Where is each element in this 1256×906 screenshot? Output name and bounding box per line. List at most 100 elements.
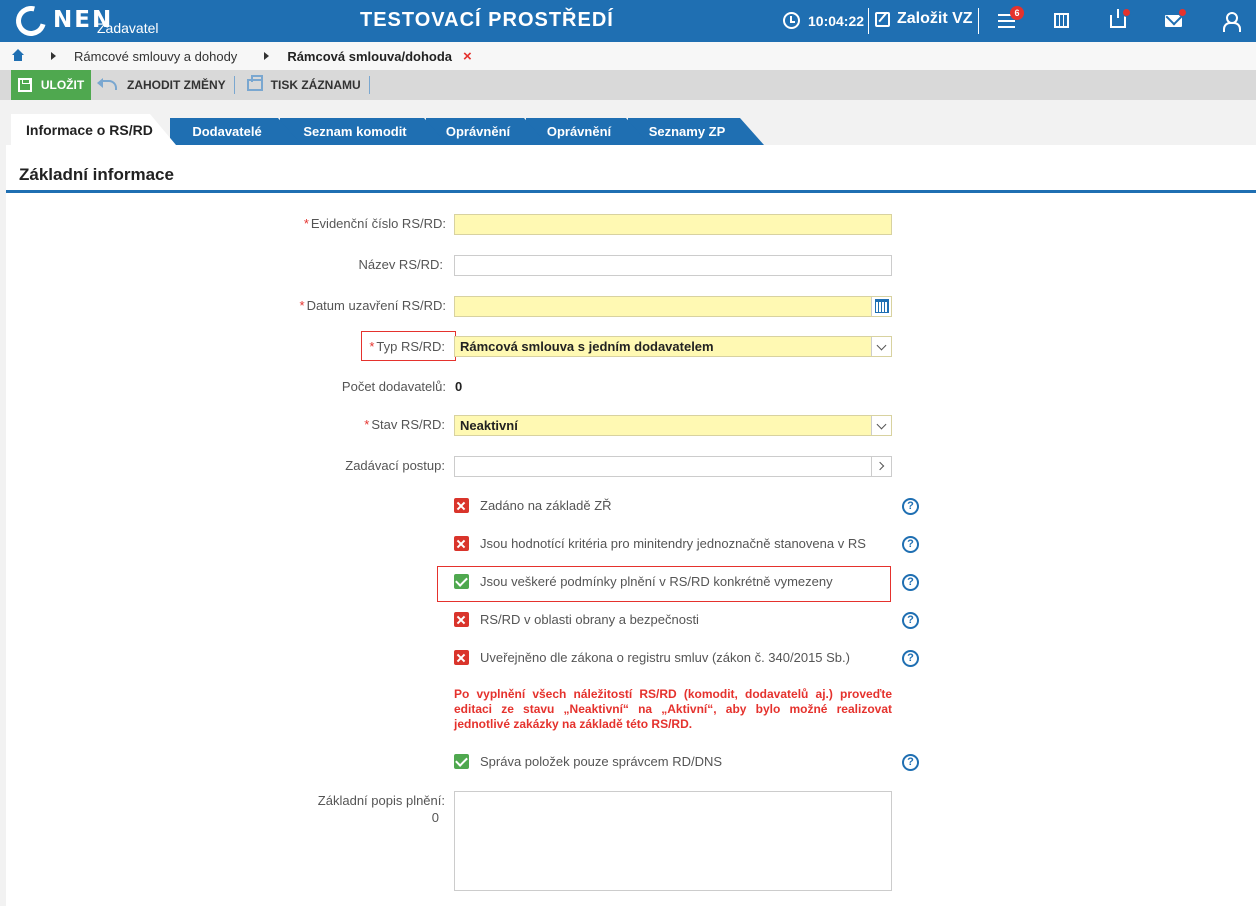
chevron-down-icon: [876, 419, 887, 430]
save-button[interactable]: ULOŽIT: [11, 70, 91, 100]
help-icon[interactable]: ?: [902, 612, 919, 629]
check-row: RS/RD v oblasti obrany a bezpečnosti: [454, 612, 699, 627]
check-row: Jsou hodnotící kritéria pro minitendry j…: [454, 536, 866, 551]
check-row: Jsou veškeré podmínky plnění v RS/RD kon…: [454, 574, 833, 589]
divider: [868, 8, 869, 34]
type-label-text: Typ RS/RD:: [376, 339, 445, 354]
check-label: RS/RD v oblasti obrany a bezpečnosti: [480, 612, 699, 627]
check-label: Správa položek pouze správcem RD/DNS: [480, 754, 723, 769]
undo-icon: [97, 78, 117, 90]
date-input[interactable]: [454, 296, 892, 317]
checkbox-unchecked[interactable]: [454, 536, 469, 551]
procedure-select-button[interactable]: [871, 457, 891, 476]
state-select-value: Neaktivní: [460, 418, 518, 433]
edit-icon: [875, 11, 890, 27]
calendar-button[interactable]: [871, 297, 891, 316]
tab-informace[interactable]: Informace o RS/RD: [11, 114, 176, 145]
type-label: * Typ RS/RD:: [256, 339, 445, 354]
breadcrumb-link[interactable]: Rámcové smlouvy a dohody: [74, 49, 237, 64]
tab-bar: Seznamy ZP Oprávnění Oprávnění Seznam ko…: [0, 100, 1256, 145]
print-record-button[interactable]: TISK ZÁZNAMU: [246, 75, 361, 92]
printer-icon: [246, 75, 263, 91]
state-select[interactable]: Neaktivní: [454, 415, 892, 436]
checkbox-checked[interactable]: [454, 754, 469, 769]
divider: [368, 76, 370, 94]
date-label: * Datum uzavření RS/RD:: [256, 298, 447, 313]
help-icon[interactable]: ?: [902, 574, 919, 591]
logo-circle-icon: [10, 0, 52, 42]
session-clock: 10:04:22: [783, 12, 864, 29]
mail-icon: [1165, 15, 1182, 27]
name-input[interactable]: [454, 255, 892, 276]
type-select[interactable]: Rámcová smlouva s jedním dodavatelem: [454, 336, 892, 357]
user-icon: [1223, 12, 1241, 32]
messages-button[interactable]: [1160, 8, 1188, 34]
tab-seznamy-zp[interactable]: Seznamy ZP: [628, 118, 764, 145]
menu-button[interactable]: 6: [994, 6, 1024, 34]
clock-time: 10:04:22: [808, 12, 865, 29]
home-icon[interactable]: [12, 49, 24, 62]
unread-dot: [1178, 8, 1187, 17]
unread-dot: [1122, 8, 1131, 17]
evid-number-label: * Evidenční číslo RS/RD:: [256, 216, 446, 231]
breadcrumb-current: Rámcová smlouva/dohoda: [287, 48, 453, 64]
close-record-button[interactable]: ×: [463, 48, 472, 65]
action-toolbar: ULOŽIT ZAHODIT ZMĚNY TISK ZÁZNAMU: [0, 70, 1256, 100]
supplier-count-label: Počet dodavatelů:: [341, 379, 446, 394]
discard-label: ZAHODIT ZMĚNY: [127, 78, 226, 92]
procedure-input[interactable]: [454, 456, 892, 477]
breadcrumb-separator-icon: [264, 52, 270, 60]
chevron-right-icon: [875, 461, 885, 471]
description-textarea[interactable]: [454, 791, 892, 891]
required-mark: *: [364, 417, 370, 432]
section-title: Základní informace: [19, 165, 174, 184]
type-dropdown-button[interactable]: [871, 337, 891, 356]
required-mark: *: [303, 216, 309, 231]
description-char-count: 0: [431, 810, 439, 825]
check-label: Uveřejněno dle zákona o registru smluv (…: [480, 650, 850, 665]
calculator-button[interactable]: [1048, 8, 1076, 34]
help-icon[interactable]: ?: [902, 536, 919, 553]
inbox-icon: [1110, 9, 1126, 28]
evid-number-input[interactable]: [454, 214, 892, 235]
top-bar: NEN Zadavatel TESTOVACÍ PROSTŘEDÍ 10:04:…: [0, 0, 1256, 42]
state-dropdown-button[interactable]: [871, 416, 891, 435]
evid-number-label-text: Evidenční číslo RS/RD:: [310, 216, 446, 231]
tab-seznam-komodit[interactable]: Seznam komodit: [280, 118, 448, 145]
description-label: Základní popis plnění:: [317, 793, 445, 808]
calendar-icon: [875, 299, 889, 313]
chevron-down-icon: [876, 340, 887, 351]
check-row: Zadáno na základě ZŘ: [454, 498, 612, 513]
checkbox-unchecked[interactable]: [454, 612, 469, 627]
discard-changes-button[interactable]: ZAHODIT ZMĚNY: [97, 78, 226, 92]
save-label: ULOŽIT: [40, 78, 85, 92]
activation-warning: Po vyplnění všech náležitostí RS/RD (kom…: [454, 687, 892, 731]
checkbox-unchecked[interactable]: [454, 650, 469, 665]
help-icon[interactable]: ?: [902, 754, 919, 771]
new-vz-label: Založit VZ: [897, 10, 973, 27]
divider: [978, 8, 979, 34]
check-label: Zadáno na základě ZŘ: [480, 498, 612, 513]
breadcrumb: Rámcové smlouvy a dohody Rámcová smlouva…: [0, 42, 1256, 70]
state-label-text: Stav RS/RD:: [371, 417, 445, 432]
main-panel: Základní informace * Evidenční číslo RS/R…: [6, 145, 1256, 906]
checkbox-checked[interactable]: [454, 574, 469, 589]
calculator-icon: [1054, 13, 1069, 28]
checkbox-unchecked[interactable]: [454, 498, 469, 513]
save-icon: [17, 78, 32, 92]
procedure-label: Zadávací postup:: [345, 458, 445, 473]
user-button[interactable]: [1216, 8, 1244, 34]
breadcrumb-separator-icon: [51, 52, 56, 60]
name-label: Název RS/RD:: [358, 257, 443, 272]
help-icon[interactable]: ?: [902, 498, 919, 515]
state-label: * Stav RS/RD:: [256, 417, 445, 432]
new-vz-button[interactable]: Založit VZ: [875, 10, 973, 28]
help-icon[interactable]: ?: [902, 650, 919, 667]
check-row: Správa položek pouze správcem RD/DNS: [454, 754, 722, 769]
print-label: TISK ZÁZNAMU: [270, 78, 361, 92]
date-label-text: Datum uzavření RS/RD:: [306, 298, 446, 313]
logo-subtitle: Zadavatel: [97, 20, 159, 36]
type-select-value: Rámcová smlouva s jedním dodavatelem: [460, 339, 714, 354]
inbox-button[interactable]: [1104, 8, 1132, 34]
clock-icon: [783, 12, 800, 29]
